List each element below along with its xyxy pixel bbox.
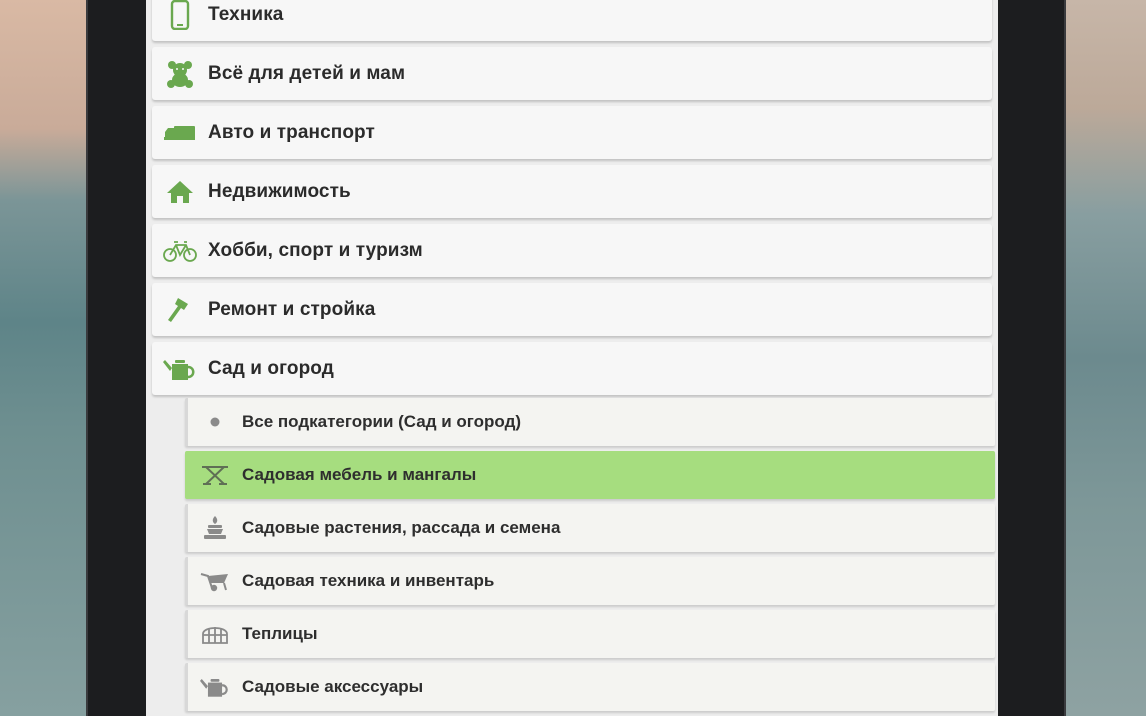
category-item-realty[interactable]: Недвижимость [152,165,992,218]
category-item-garden[interactable]: Сад и огород [152,342,992,395]
subcategory-item-greenhouses[interactable]: Теплицы [185,610,995,658]
truck-icon [152,106,208,159]
app-screen: Техника Всё для детей и мам Авто и транс… [146,0,998,716]
subcategory-label: Садовая техника и инвентарь [242,571,495,590]
watering-can-icon [152,342,208,395]
category-label: Техника [208,3,284,25]
subcategory-item-all[interactable]: Все подкатегории (Сад и огород) [185,398,995,446]
subcategory-item-accessories[interactable]: Садовые аксессуары [185,663,995,711]
house-icon [152,165,208,218]
category-label: Всё для детей и мам [208,62,406,84]
subcategory-item-garden-furniture[interactable]: Садовая мебель и мангалы [185,451,995,499]
hammer-icon [152,283,208,336]
greenhouse-icon [188,610,242,658]
category-label: Сад и огород [208,357,334,379]
background-left [0,0,100,716]
category-item-auto[interactable]: Авто и транспорт [152,106,992,159]
subcategory-label: Теплицы [242,624,318,643]
subcategory-label: Садовые растения, рассада и семена [242,518,561,537]
plant-pot-icon [188,504,242,552]
subcategory-label: Садовые аксессуары [242,677,424,696]
category-label: Авто и транспорт [208,121,375,143]
category-item-repair[interactable]: Ремонт и стройка [152,283,992,336]
dot-icon [188,398,242,446]
category-label: Хобби, спорт и туризм [208,239,423,261]
category-label: Недвижимость [208,180,351,202]
watering-can-small-icon [188,663,242,711]
subcategory-label: Садовая мебель и мангалы [242,465,477,484]
bicycle-icon [152,224,208,277]
phone-icon [152,0,208,41]
category-item-kids[interactable]: Всё для детей и мам [152,47,992,100]
subcategory-item-tools[interactable]: Садовая техника и инвентарь [185,557,995,605]
subcategory-label: Все подкатегории (Сад и огород) [242,412,522,431]
subcategory-item-plants[interactable]: Садовые растения, рассада и семена [185,504,995,552]
teddy-bear-icon [152,47,208,100]
wheelbarrow-icon [188,557,242,605]
category-item-electronics[interactable]: Техника [152,0,992,41]
garden-table-icon [188,451,242,499]
category-item-hobby[interactable]: Хобби, спорт и туризм [152,224,992,277]
category-label: Ремонт и стройка [208,298,376,320]
